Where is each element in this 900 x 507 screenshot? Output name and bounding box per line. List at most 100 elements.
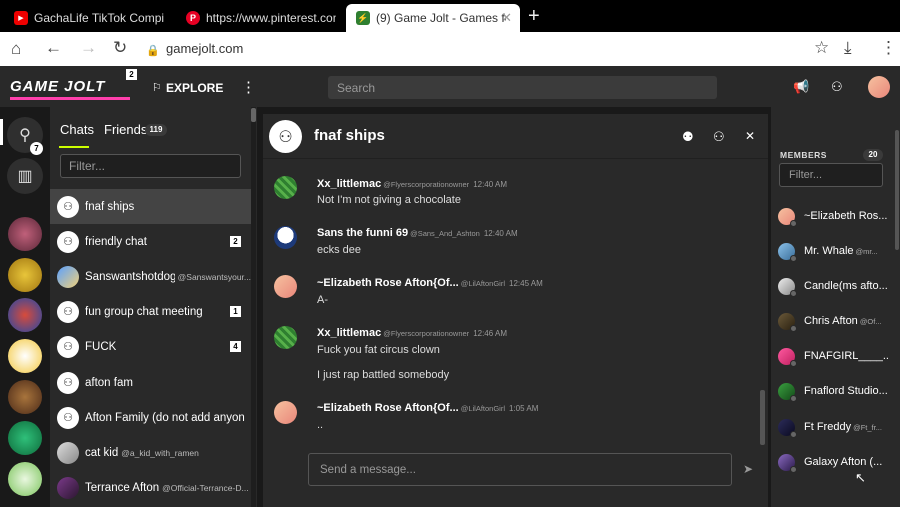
member-item[interactable]: Chris Afton @Of... xyxy=(778,310,888,332)
browser-tab-gamejolt[interactable]: ⚡ (9) Game Jolt - Games for th ✕ xyxy=(346,4,520,32)
chat-item-afton-fam[interactable]: ⚇ afton fam xyxy=(50,365,251,400)
explore-link[interactable]: EXPLORE xyxy=(166,81,223,95)
chat-item-sanswantshotdog[interactable]: Sanswantshotdog @Sanswantsyour... xyxy=(50,259,251,294)
member-avatar xyxy=(778,382,797,402)
reload-icon[interactable]: ↻ xyxy=(113,39,127,57)
member-item[interactable]: Galaxy Afton (... xyxy=(778,451,888,473)
menu-kebab-icon[interactable]: ⋮ xyxy=(880,39,897,57)
message-author[interactable]: Sans the funni 69 @Sans_And_Ashton 12:40 A… xyxy=(317,227,518,239)
chat-item-fun-group-chat-meeting[interactable]: ⚇ fun group chat meeting 1 xyxy=(50,294,251,329)
members-count-badge: 20 xyxy=(863,149,883,161)
group-icon: ⚇ xyxy=(57,406,79,429)
message-avatar[interactable] xyxy=(274,326,297,349)
gamejolt-logo[interactable]: GAME JOLT xyxy=(10,78,105,95)
member-item[interactable]: ~Elizabeth Ros... xyxy=(778,205,888,227)
member-avatar xyxy=(778,207,797,227)
chat-scrollbar-thumb[interactable] xyxy=(760,390,765,445)
chat-icon: ⚲ xyxy=(19,127,31,144)
chat-filter-input[interactable] xyxy=(60,154,241,178)
chat-item-fnaf-ships[interactable]: ⚇ fnaf ships xyxy=(50,189,251,224)
youtube-icon: ▶ xyxy=(14,11,28,25)
message-input[interactable] xyxy=(308,453,732,486)
message-text: A- xyxy=(317,294,328,306)
close-icon[interactable]: ✕ xyxy=(745,129,755,143)
community-avatar-1[interactable] xyxy=(8,217,42,251)
back-icon[interactable]: ← xyxy=(45,39,62,57)
message-text: I just rap battled somebody xyxy=(317,369,450,381)
user-avatar xyxy=(57,441,79,464)
bookmark-star-icon[interactable]: ☆ xyxy=(814,39,829,57)
send-icon[interactable]: ➤ xyxy=(743,462,753,476)
chat-item-cat-kid[interactable]: cat kid @a_kid_with_ramen xyxy=(50,435,251,470)
chat-item-fuck[interactable]: ⚇ FUCK 4 xyxy=(50,329,251,364)
logo-underline xyxy=(10,97,130,100)
more-options-icon[interactable]: ⋮ xyxy=(241,78,256,96)
community-avatar-3[interactable] xyxy=(8,298,42,332)
member-item[interactable]: Ft Freddy @Ft_fr... xyxy=(778,416,888,438)
add-member-icon[interactable]: ⚉ xyxy=(682,129,694,145)
active-indicator xyxy=(0,119,3,145)
message-avatar[interactable] xyxy=(274,401,297,424)
new-tab-button[interactable]: + xyxy=(528,5,540,28)
member-item[interactable]: Fnaflord Studio... xyxy=(778,380,888,402)
message-author[interactable]: ~Elizabeth Rose Afton{Of... @LilAftonGirl… xyxy=(317,277,543,289)
status-dot xyxy=(790,430,797,438)
room-title: fnaf ships xyxy=(314,127,385,144)
community-avatar-7[interactable] xyxy=(8,462,42,496)
close-tab-icon[interactable]: ✕ xyxy=(501,10,512,26)
chat-item-afton-family[interactable]: ⚇ Afton Family (do not add anyon... xyxy=(50,400,251,435)
lock-icon: 🔒 xyxy=(146,45,160,57)
message-avatar[interactable] xyxy=(274,226,297,249)
members-filter-input[interactable] xyxy=(779,163,883,187)
address-bar[interactable]: gamejolt.com xyxy=(166,41,243,56)
chat-window xyxy=(263,114,768,507)
unread-badge: 4 xyxy=(230,341,241,352)
message-text: ecks dee xyxy=(317,244,362,256)
group-icon: ⚇ xyxy=(57,300,79,323)
user-avatar xyxy=(57,476,79,499)
user-avatar[interactable] xyxy=(868,76,890,98)
friends-count-badge: 119 xyxy=(145,124,167,136)
message-text: .. xyxy=(317,419,324,431)
chat-list-scrollbar-thumb[interactable] xyxy=(251,108,256,122)
community-avatar-6[interactable] xyxy=(8,421,42,455)
group-icon: ⚇ xyxy=(57,371,79,394)
chat-list-scrollbar[interactable] xyxy=(251,107,256,507)
notification-badge: 2 xyxy=(126,69,137,80)
browser-tab-youtube[interactable]: ▶ GachaLife TikTok Compilatio xyxy=(4,4,176,32)
tab-friends[interactable]: Friends xyxy=(104,122,147,137)
megaphone-icon[interactable]: 📢 xyxy=(793,79,809,95)
message-avatar[interactable] xyxy=(274,176,297,199)
home-icon[interactable]: ⌂ xyxy=(11,40,21,58)
pinterest-icon: P xyxy=(186,11,200,25)
library-rail-button[interactable]: ▥ xyxy=(7,158,43,194)
community-avatar-5[interactable] xyxy=(8,380,42,414)
member-item[interactable]: Mr. Whale @mr... xyxy=(778,240,888,262)
browser-tab-pinterest[interactable]: P https://www.pinterest.com/ xyxy=(176,4,346,32)
message-author[interactable]: Xx_littlemac @Flyerscorporationowner 12:40… xyxy=(317,178,507,190)
search-input[interactable] xyxy=(328,76,717,99)
chat-item-terrance-afton[interactable]: Terrance Afton @Official-Terrance-D... xyxy=(50,470,251,505)
member-item[interactable]: FNAFGIRL____... xyxy=(778,345,888,367)
mouse-cursor-icon: ↖ xyxy=(855,470,866,485)
unread-badge: 2 xyxy=(230,236,241,247)
members-icon[interactable]: ⚇ xyxy=(713,129,725,145)
community-avatar-2[interactable] xyxy=(8,258,42,292)
member-item[interactable]: Candle(ms afto... xyxy=(778,275,888,297)
message-author[interactable]: ~Elizabeth Rose Afton{Of... @LilAftonGirl… xyxy=(317,402,538,414)
message-text: Not I'm not giving a chocolate xyxy=(317,194,461,206)
status-dot xyxy=(790,359,797,367)
forward-icon[interactable]: → xyxy=(80,39,97,57)
member-avatar xyxy=(778,347,797,367)
tab-chats[interactable]: Chats xyxy=(60,122,94,137)
member-avatar xyxy=(778,453,797,473)
message-avatar[interactable] xyxy=(274,275,297,298)
community-avatar-4[interactable] xyxy=(8,339,42,373)
message-author[interactable]: Xx_littlemac @Flyerscorporationowner 12:46… xyxy=(317,327,507,339)
download-icon[interactable]: ⤓ xyxy=(844,39,852,57)
members-scrollbar-thumb[interactable] xyxy=(895,130,899,250)
status-dot xyxy=(790,465,797,473)
friends-icon[interactable]: ⚇ xyxy=(831,79,843,95)
chat-item-friendly-chat[interactable]: ⚇ friendly chat 2 xyxy=(50,224,251,259)
tab-active-underline xyxy=(59,146,89,148)
